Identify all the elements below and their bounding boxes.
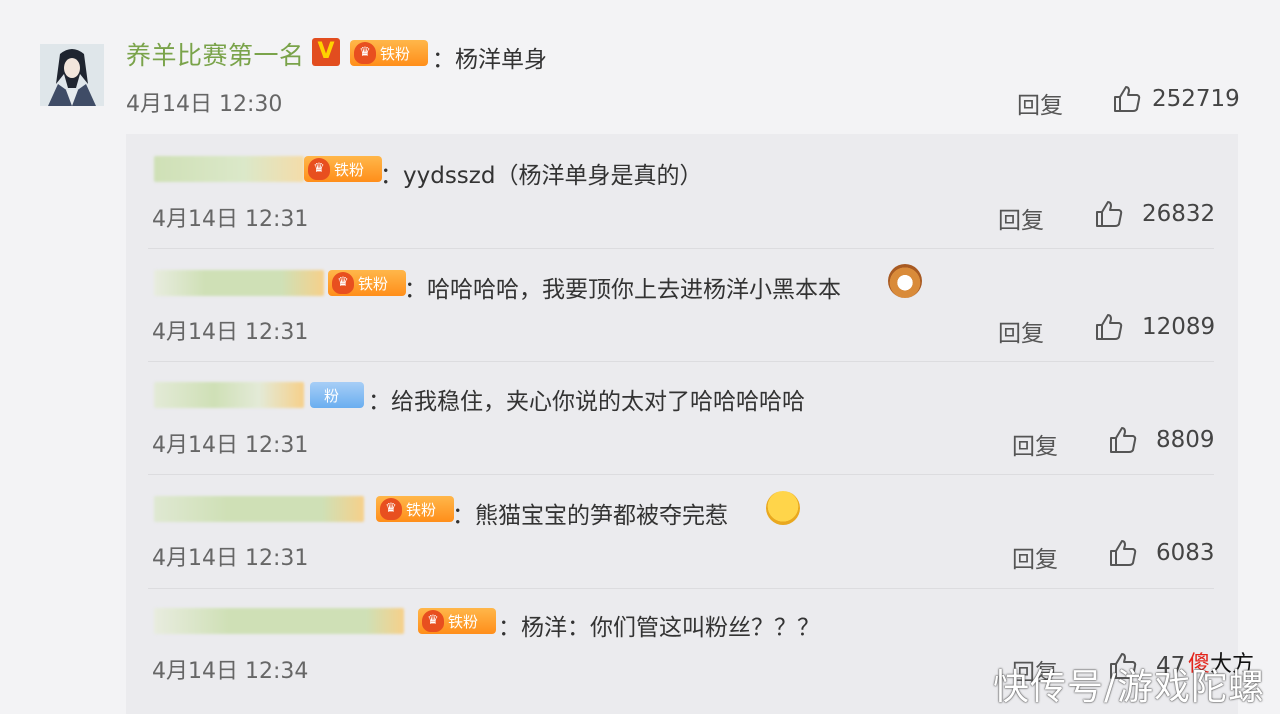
cat-emoji-icon bbox=[888, 264, 922, 298]
reply-text: ：给我稳住，夹心你说的太对了哈哈哈哈哈 bbox=[368, 389, 805, 415]
reply-text: ：杨洋：你们管这叫粉丝？？？ bbox=[498, 615, 820, 641]
blurred-username[interactable] bbox=[154, 156, 304, 182]
reply-button[interactable]: 回复 bbox=[998, 314, 1044, 348]
reply-button[interactable]: 回复 bbox=[1012, 427, 1058, 461]
divider bbox=[148, 248, 1214, 249]
divider bbox=[148, 588, 1214, 589]
watermark-source: 快传号/游戏陀螺 bbox=[993, 667, 1266, 708]
reply-text: ：熊猫宝宝的笋都被夺完惹 bbox=[452, 503, 728, 529]
thumbs-up-icon[interactable] bbox=[1112, 84, 1142, 114]
crown-icon: ♛ bbox=[332, 272, 354, 294]
reply-button[interactable]: 回复 bbox=[1012, 540, 1058, 574]
reply-time: 4月14日 12:34 bbox=[152, 659, 309, 684]
fan-badge: ♛ 铁粉 bbox=[350, 40, 428, 66]
reply-text: ：yydsszd（杨洋单身是真的） bbox=[380, 163, 703, 189]
reply-text: ：哈哈哈哈，我要顶你上去进杨洋小黑本本 bbox=[404, 277, 841, 303]
fan-badge: ♛ 铁粉 bbox=[328, 270, 406, 296]
fan-badge: ♛ 铁粉 bbox=[376, 496, 454, 522]
like-count: 252719 bbox=[1152, 86, 1240, 112]
sad-face-emoji-icon bbox=[766, 491, 800, 525]
avatar[interactable] bbox=[40, 44, 104, 106]
like-count: 26832 bbox=[1142, 201, 1216, 227]
reply-button[interactable]: 回复 bbox=[998, 201, 1044, 235]
blurred-username[interactable] bbox=[154, 496, 364, 522]
blurred-username[interactable] bbox=[154, 608, 404, 634]
verified-icon: V bbox=[312, 38, 340, 66]
thumbs-up-icon[interactable] bbox=[1108, 425, 1138, 455]
reply-time: 4月14日 12:31 bbox=[152, 207, 309, 232]
username-link[interactable]: 养羊比赛第一名 bbox=[126, 36, 305, 72]
crown-icon: ♛ bbox=[354, 42, 376, 64]
comment-time: 4月14日 12:30 bbox=[126, 92, 283, 117]
like-count: 6083 bbox=[1156, 540, 1215, 566]
crown-icon: ♛ bbox=[308, 158, 330, 180]
crown-icon: ♛ bbox=[422, 610, 444, 632]
like-count: 8809 bbox=[1156, 427, 1215, 453]
crown-icon: ♛ bbox=[380, 498, 402, 520]
reply-time: 4月14日 12:31 bbox=[152, 320, 309, 345]
thumbs-up-icon[interactable] bbox=[1094, 199, 1124, 229]
blurred-username[interactable] bbox=[154, 382, 304, 408]
comment-text: ：杨洋单身 bbox=[432, 47, 547, 73]
reply-button[interactable]: 回复 bbox=[1017, 86, 1063, 120]
divider bbox=[148, 474, 1214, 475]
thumbs-up-icon[interactable] bbox=[1108, 538, 1138, 568]
divider bbox=[148, 361, 1214, 362]
reply-time: 4月14日 12:31 bbox=[152, 546, 309, 571]
like-count: 12089 bbox=[1142, 314, 1216, 340]
thumbs-up-icon[interactable] bbox=[1094, 312, 1124, 342]
fan-badge: ♛ 铁粉 bbox=[418, 608, 496, 634]
fan-badge: 粉 bbox=[310, 382, 364, 408]
blurred-username[interactable] bbox=[154, 270, 324, 296]
reply-time: 4月14日 12:31 bbox=[152, 433, 309, 458]
fan-badge: ♛ 铁粉 bbox=[304, 156, 382, 182]
